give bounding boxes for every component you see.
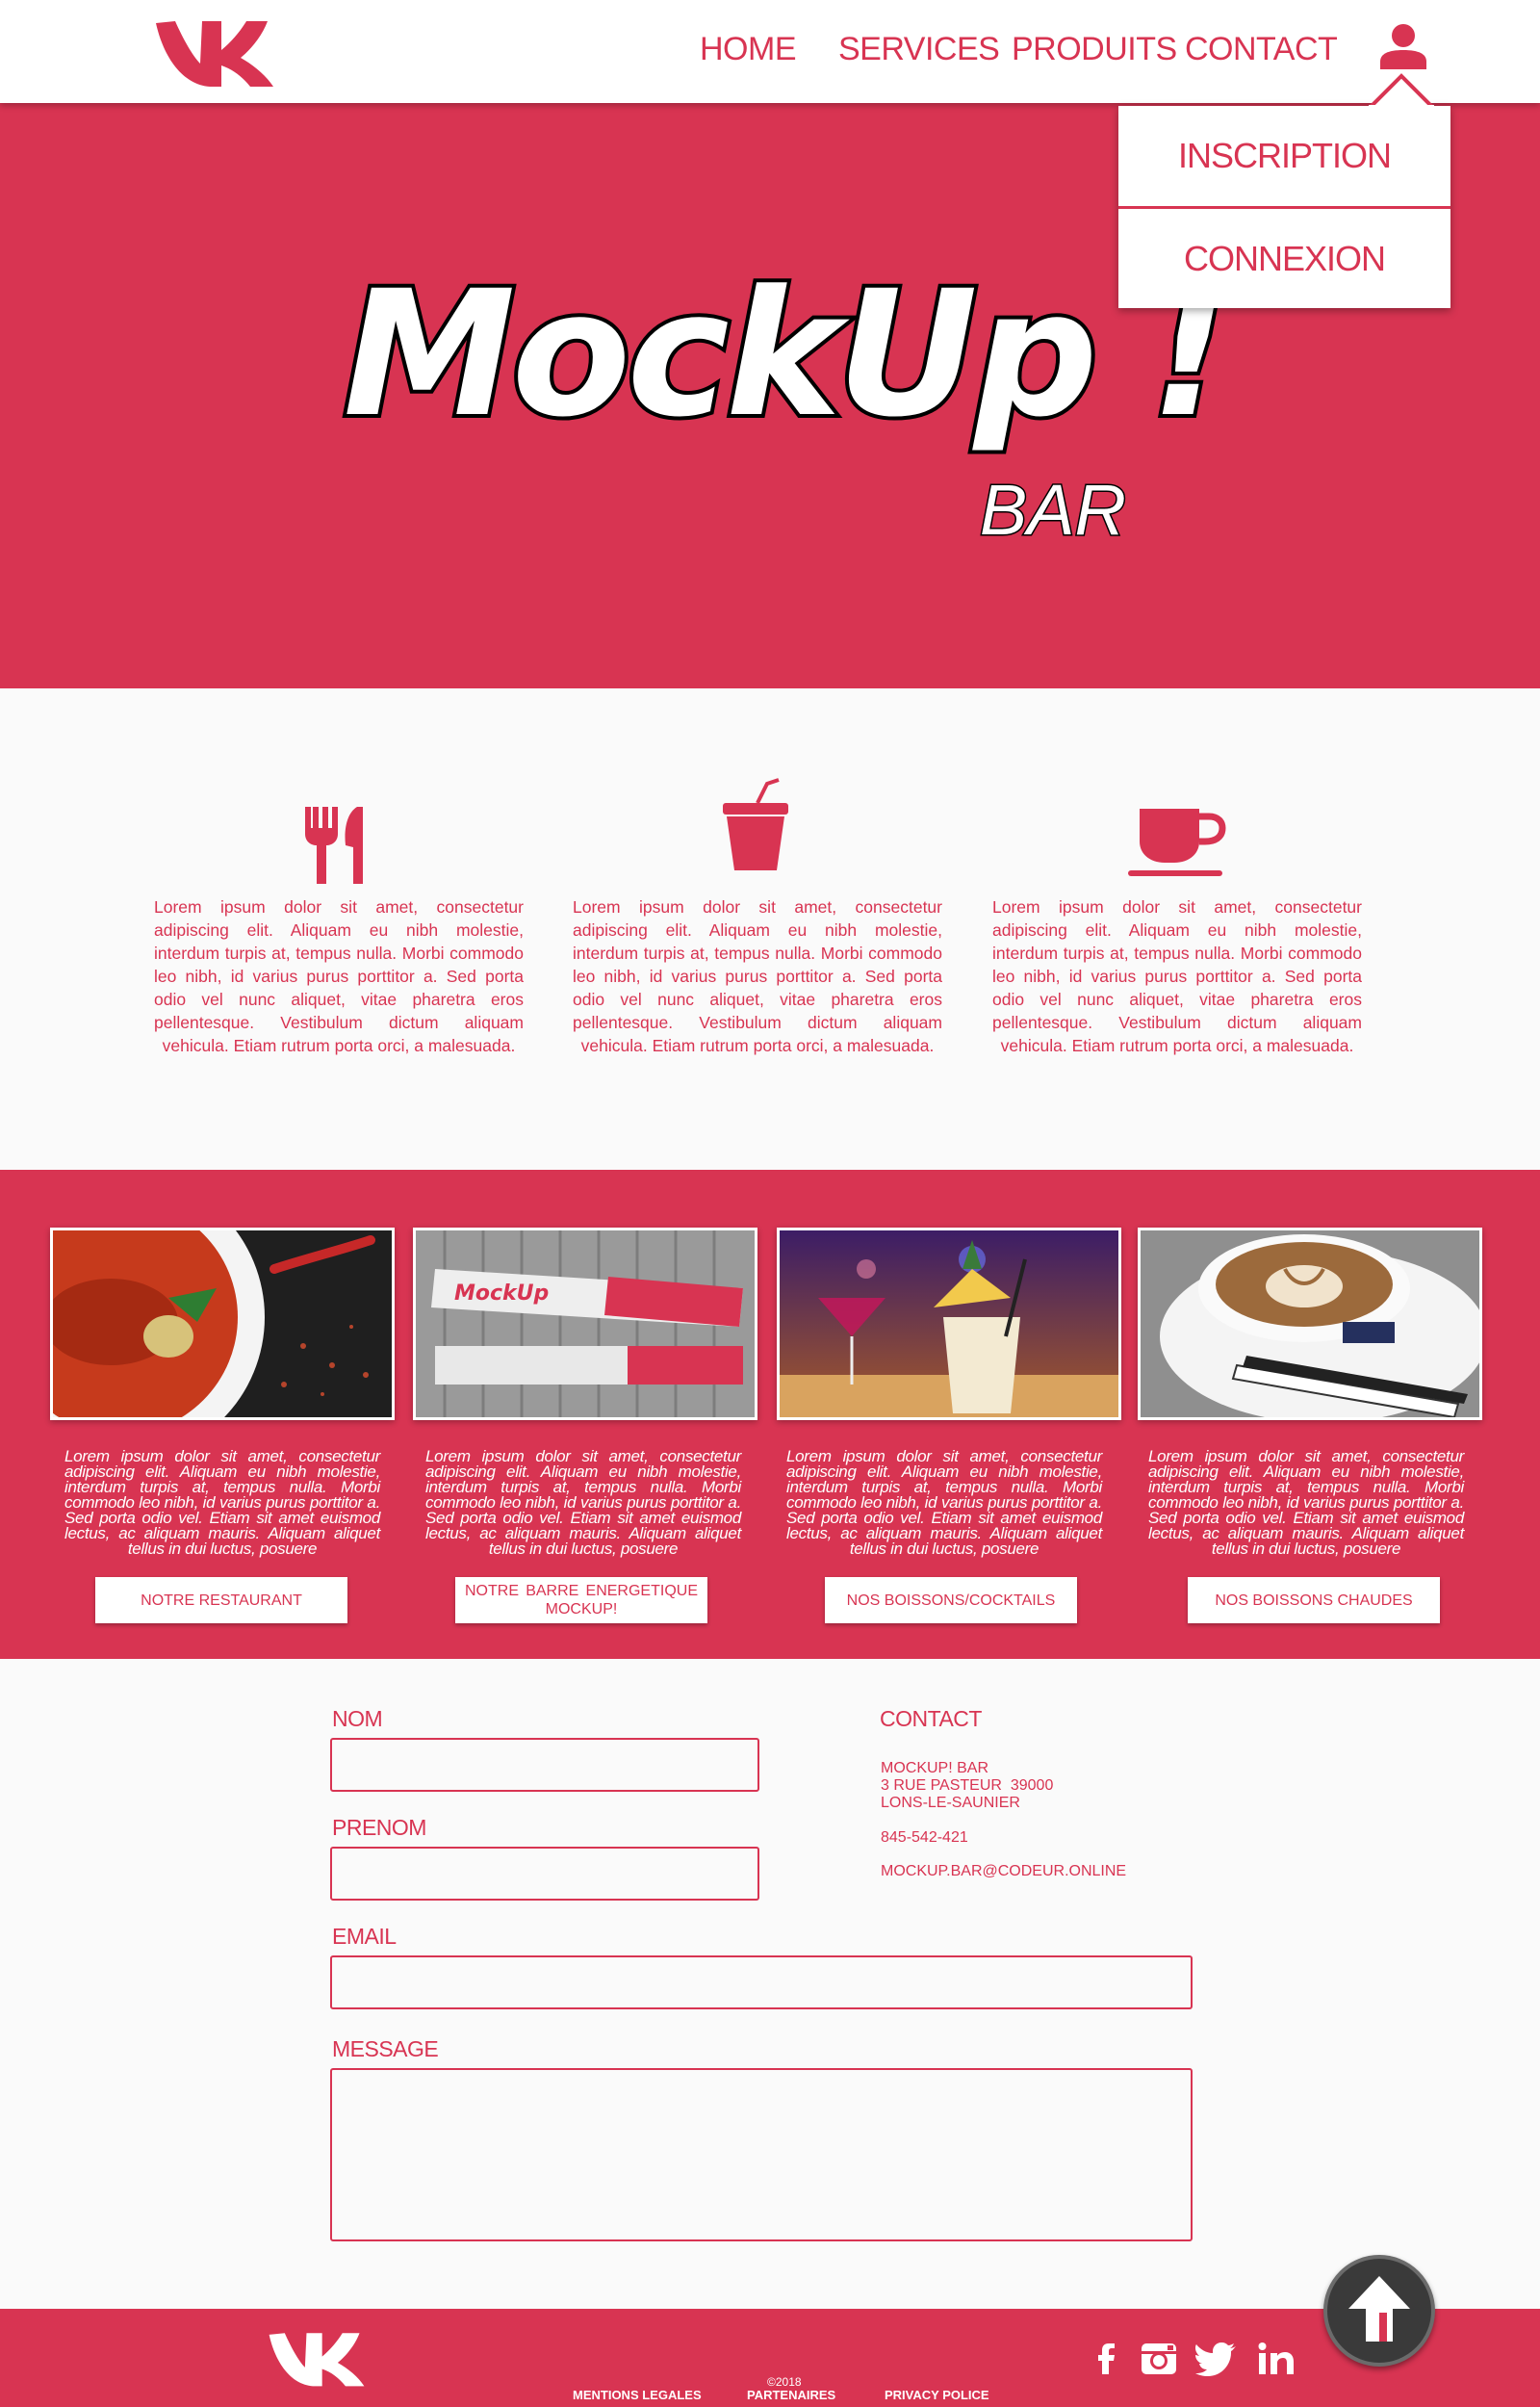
linkedin-icon[interactable] bbox=[1255, 2342, 1297, 2376]
feature-cutlery bbox=[294, 799, 380, 891]
email-label: EMAIL bbox=[332, 1924, 397, 1949]
scroll-top-button[interactable] bbox=[1323, 2255, 1435, 2367]
prenom-input[interactable] bbox=[330, 1847, 759, 1901]
twitter-icon[interactable] bbox=[1195, 2342, 1238, 2376]
feature-text-1: Lorem ipsum dolor sit amet, consectetur … bbox=[154, 897, 524, 1055]
message-textarea[interactable] bbox=[330, 2068, 1193, 2241]
product-text-1: Lorem ipsum dolor sit amet, consectetur … bbox=[64, 1447, 380, 1558]
facebook-icon[interactable] bbox=[1086, 2342, 1128, 2376]
vk-logo-footer[interactable] bbox=[268, 2330, 366, 2388]
contact-name: MOCKUP! BAR bbox=[881, 1760, 989, 1776]
hero-title: MockUp ! bbox=[344, 254, 1226, 455]
btn-word-2: BARRE bbox=[526, 1583, 579, 1599]
contact-street: 3 RUE PASTEUR 39000 bbox=[881, 1777, 1054, 1794]
drink-cup-icon bbox=[723, 778, 788, 870]
user-icon[interactable] bbox=[1378, 23, 1428, 69]
contact-city: LONS-LE-SAUNIER bbox=[881, 1795, 1020, 1811]
cutlery-icon bbox=[305, 807, 363, 884]
btn-word-3: ENERGETIQUE bbox=[585, 1583, 698, 1599]
product-text-3: Lorem ipsum dolor sit amet, consectetur … bbox=[786, 1447, 1102, 1558]
btn-line-2: MOCKUP! bbox=[545, 1601, 618, 1618]
feature-text-3: Lorem ipsum dolor sit amet, consectetur … bbox=[992, 897, 1362, 1055]
mentions-legales-link[interactable]: MENTIONS LEGALES bbox=[573, 2388, 702, 2402]
copyright: ©2018 bbox=[767, 2375, 802, 2389]
coffee-cup-icon bbox=[1128, 809, 1226, 876]
feature-coffee bbox=[1126, 799, 1226, 891]
message-label: MESSAGE bbox=[332, 2036, 439, 2061]
nav-services[interactable]: SERVICES bbox=[838, 31, 1000, 68]
inscription-menu-item[interactable]: INSCRIPTION bbox=[1118, 106, 1450, 206]
header: HOME SERVICES PRODUITS CONTACT bbox=[0, 0, 1540, 103]
energy-bar-photo[interactable]: MockUp bbox=[413, 1228, 757, 1420]
contact-phone: 845-542-421 bbox=[881, 1829, 968, 1846]
partenaires-link[interactable]: PARTENAIRES bbox=[747, 2388, 835, 2402]
energy-bar-label: MockUp bbox=[454, 1281, 549, 1306]
nom-input[interactable] bbox=[330, 1738, 759, 1792]
notre-restaurant-button[interactable]: NOTRE RESTAURANT bbox=[95, 1577, 347, 1623]
nom-label: NOM bbox=[332, 1706, 383, 1731]
hero-logo: MockUp ! BAR bbox=[340, 250, 1234, 549]
email-input[interactable] bbox=[330, 1955, 1193, 2009]
account-dropdown: INSCRIPTION CONNEXION bbox=[1118, 106, 1450, 308]
nav-produits[interactable]: PRODUITS bbox=[1012, 31, 1177, 68]
btn-word-1: NOTRE bbox=[465, 1583, 519, 1599]
vk-logo[interactable] bbox=[154, 17, 275, 89]
connexion-menu-item[interactable]: CONNEXION bbox=[1118, 209, 1450, 309]
boissons-chaudes-button[interactable]: NOS BOISSONS CHAUDES bbox=[1188, 1577, 1440, 1623]
feature-drink bbox=[713, 778, 800, 879]
hero-subtitle: BAR bbox=[980, 470, 1126, 549]
contact-heading: CONTACT bbox=[880, 1706, 982, 1731]
soup-photo[interactable] bbox=[50, 1228, 395, 1420]
nav-contact[interactable]: CONTACT bbox=[1185, 31, 1338, 68]
product-text-4: Lorem ipsum dolor sit amet, consectetur … bbox=[1148, 1447, 1464, 1558]
cappuccino-photo[interactable] bbox=[1138, 1228, 1482, 1420]
barre-energetique-button[interactable]: NOTRE BARRE ENERGETIQUE MOCKUP! bbox=[455, 1577, 707, 1623]
product-text-2: Lorem ipsum dolor sit amet, consectetur … bbox=[425, 1447, 741, 1558]
cocktails-photo[interactable] bbox=[777, 1228, 1121, 1420]
instagram-icon[interactable] bbox=[1138, 2342, 1180, 2376]
arrow-up-icon bbox=[1348, 2276, 1410, 2342]
nav-home[interactable]: HOME bbox=[700, 31, 797, 68]
boissons-cocktails-button[interactable]: NOS BOISSONS/COCKTAILS bbox=[825, 1577, 1077, 1623]
prenom-label: PRENOM bbox=[332, 1815, 426, 1840]
feature-text-2: Lorem ipsum dolor sit amet, consectetur … bbox=[573, 897, 942, 1055]
privacy-police-link[interactable]: PRIVACY POLICE bbox=[885, 2388, 989, 2402]
contact-email-link[interactable]: MOCKUP.BAR@CODEUR.ONLINE bbox=[881, 1863, 1126, 1880]
dropdown-caret-icon bbox=[1369, 73, 1434, 109]
